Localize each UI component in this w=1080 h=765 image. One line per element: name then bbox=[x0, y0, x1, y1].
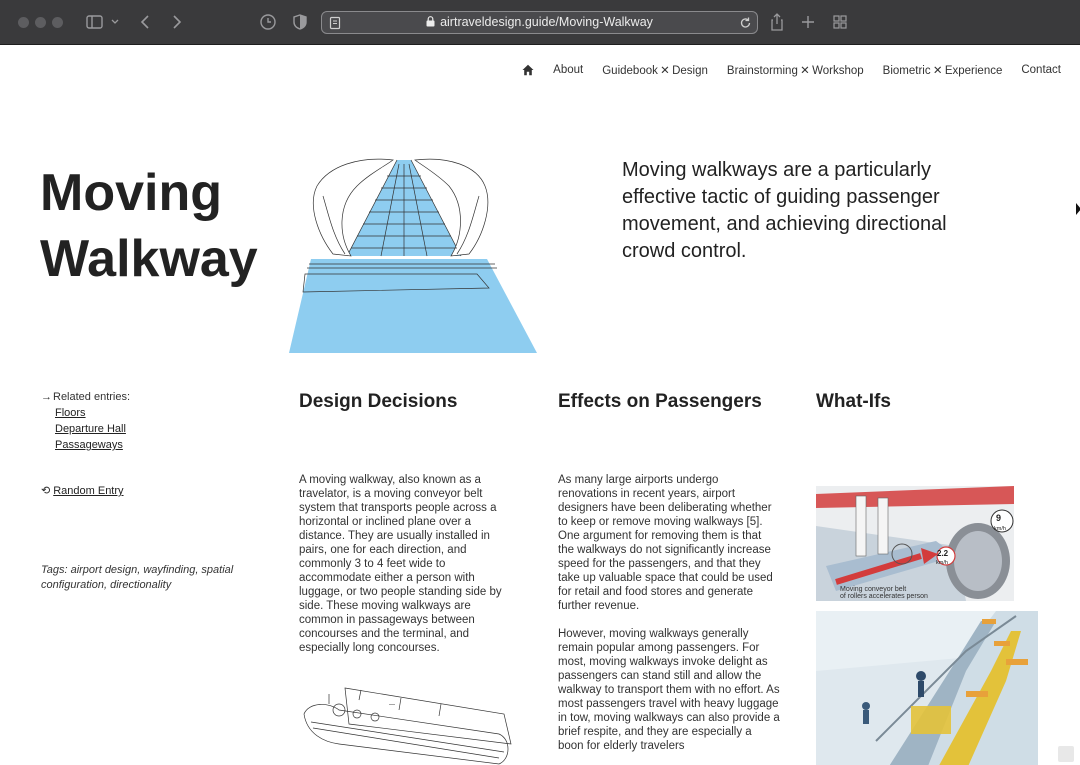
related-label: Related entries: bbox=[53, 391, 131, 403]
random-entry-link[interactable]: ⟲ Random Entry bbox=[41, 484, 124, 497]
speed-slow-value: 2.2 bbox=[937, 549, 949, 558]
nav-guidebook-design[interactable]: Guidebook ✕ Design bbox=[602, 63, 708, 77]
share-button[interactable] bbox=[769, 11, 785, 33]
new-tab-icon bbox=[802, 16, 814, 28]
effects-text: As many large airports undergo renovatio… bbox=[558, 473, 780, 765]
back-button[interactable] bbox=[138, 11, 154, 33]
cursor-icon bbox=[1076, 203, 1080, 215]
tags: Tags: airport design, wayfinding, spatia… bbox=[41, 563, 241, 593]
effects-paragraph-1: As many large airports undergo renovatio… bbox=[558, 474, 773, 612]
title-line-2: Walkway bbox=[40, 230, 258, 288]
shuffle-icon: ⟲ bbox=[41, 485, 51, 497]
address-bar[interactable]: airtraveldesign.guide/Moving-Walkway bbox=[321, 11, 758, 34]
effects-heading: Effects on Passengers bbox=[558, 391, 762, 412]
nav-home[interactable] bbox=[522, 64, 534, 76]
close-window-button[interactable] bbox=[18, 17, 29, 28]
tab-overview-button[interactable] bbox=[832, 11, 848, 33]
page-title: Moving Walkway bbox=[40, 160, 290, 292]
home-icon bbox=[522, 64, 534, 76]
forward-button[interactable] bbox=[168, 11, 184, 33]
nav-brainstorming-workshop[interactable]: Brainstorming ✕ Workshop bbox=[727, 63, 864, 77]
random-entry-label: Random Entry bbox=[53, 485, 124, 497]
design-paragraph: A moving walkway, also known as a travel… bbox=[299, 474, 502, 654]
reload-icon[interactable] bbox=[739, 16, 752, 30]
nav-biometric-experience[interactable]: Biometric ✕ Experience bbox=[883, 63, 1003, 77]
related-link-departure-hall[interactable]: Departure Hall bbox=[55, 421, 130, 437]
conveyor-belt-image[interactable]: 9 km/h 2.2 km/h Moving conveyor belt of … bbox=[816, 486, 1014, 601]
maximize-window-button[interactable] bbox=[52, 17, 63, 28]
url-text: airtraveldesign.guide/Moving-Walkway bbox=[322, 15, 757, 29]
intro-text: Moving walkways are a particularly effec… bbox=[622, 159, 947, 262]
web-page: About Guidebook ✕ Design Brainstorming ✕… bbox=[0, 46, 1080, 765]
lightning-icon bbox=[1058, 746, 1074, 762]
forward-icon bbox=[173, 15, 182, 29]
history-button[interactable] bbox=[259, 11, 277, 33]
speed-slow-unit: km/h bbox=[936, 560, 948, 566]
nav-contact[interactable]: Contact bbox=[1021, 64, 1061, 76]
lock-icon bbox=[426, 16, 435, 27]
history-icon bbox=[260, 14, 276, 30]
tab-overview-icon bbox=[833, 15, 847, 29]
image-caption-line-2: of rollers accelerates person bbox=[840, 593, 928, 600]
related-link-passageways[interactable]: Passageways bbox=[55, 437, 130, 453]
sidebar-toggle-button[interactable] bbox=[84, 11, 122, 33]
image-caption-line-1: Moving conveyor belt bbox=[840, 586, 906, 593]
browser-toolbar: airtraveldesign.guide/Moving-Walkway bbox=[0, 0, 1080, 45]
moving-walkway-illustration bbox=[289, 158, 537, 353]
effects-paragraph-2: However, moving walkways generally remai… bbox=[558, 628, 780, 752]
design-decisions-text: A moving walkway, also known as a travel… bbox=[299, 473, 517, 669]
url-label: airtraveldesign.guide/Moving-Walkway bbox=[440, 15, 653, 29]
speed-fast-unit: km/h bbox=[994, 526, 1006, 532]
arrow-right-icon: → bbox=[41, 391, 52, 403]
main-nav: About Guidebook ✕ Design Brainstorming ✕… bbox=[503, 63, 1061, 77]
tags-list: airport design, wayfinding, spatial conf… bbox=[41, 564, 234, 591]
design-decisions-heading: Design Decisions bbox=[299, 391, 458, 412]
svg-text:—: — bbox=[389, 702, 395, 708]
nav-about[interactable]: About bbox=[553, 64, 583, 76]
tags-prefix: Tags: bbox=[41, 564, 68, 576]
related-entries: →Related entries: Floors Departure Hall … bbox=[41, 389, 130, 453]
shield-icon bbox=[293, 14, 307, 30]
share-icon bbox=[771, 13, 783, 31]
what-ifs-heading: What-Ifs bbox=[816, 391, 891, 412]
minimize-window-button[interactable] bbox=[35, 17, 46, 28]
walkway-technical-diagram: — bbox=[303, 687, 512, 765]
privacy-button[interactable] bbox=[292, 11, 308, 33]
terminal-walkway-render-image[interactable] bbox=[816, 611, 1038, 765]
title-line-1: Moving bbox=[40, 164, 222, 222]
new-tab-button[interactable] bbox=[800, 11, 816, 33]
related-link-floors[interactable]: Floors bbox=[55, 405, 130, 421]
sidebar-icon bbox=[86, 15, 119, 29]
back-icon bbox=[140, 15, 149, 29]
speed-fast-value: 9 bbox=[996, 513, 1001, 523]
